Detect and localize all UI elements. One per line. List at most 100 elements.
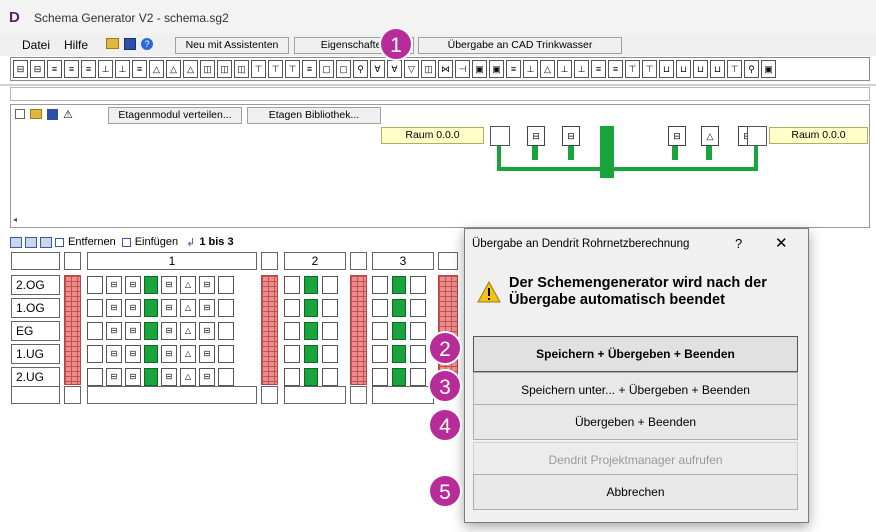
sink-icon[interactable]: ⊟: [161, 368, 177, 386]
fixture-tool-icon[interactable]: ▢: [336, 60, 351, 78]
empty-slot[interactable]: [410, 322, 426, 340]
fixture-tool-icon[interactable]: ⊤: [251, 60, 266, 78]
washbasin-icon[interactable]: ⊟: [106, 368, 122, 386]
washbasin-icon[interactable]: ⊟: [106, 322, 122, 340]
empty-slot[interactable]: [747, 126, 767, 146]
empty-slot[interactable]: [322, 276, 338, 294]
fixture-tool-icon[interactable]: ▣: [489, 60, 504, 78]
new-with-assistant-button[interactable]: Neu mit Assistenten: [175, 37, 289, 54]
open-folder-icon[interactable]: [106, 38, 119, 49]
urinal-icon[interactable]: △: [180, 322, 196, 340]
fixture-tool-icon[interactable]: ≡: [132, 60, 147, 78]
riser-tile[interactable]: [144, 345, 158, 363]
fixture-tool-icon[interactable]: ⊤: [625, 60, 640, 78]
fixture-tool-icon[interactable]: ⊥: [115, 60, 130, 78]
empty-slot[interactable]: [218, 345, 234, 363]
fixture-tool-icon[interactable]: ⊤: [285, 60, 300, 78]
sink-icon[interactable]: ⊟: [562, 126, 580, 146]
save-as-transfer-exit-button[interactable]: Speichern unter... + Übergeben + Beenden: [473, 372, 798, 408]
riser-tile[interactable]: [144, 322, 158, 340]
fixture-tool-icon[interactable]: ⊥: [574, 60, 589, 78]
urinal-icon[interactable]: △: [701, 126, 719, 146]
distribute-module-button[interactable]: Etagenmodul verteilen...: [108, 107, 242, 124]
cancel-button[interactable]: Abbrechen: [473, 474, 798, 510]
fixture-tool-icon[interactable]: ≡: [591, 60, 606, 78]
floor-label-1og[interactable]: 1.OG: [11, 298, 60, 318]
fixture-tool-icon[interactable]: ≡: [47, 60, 62, 78]
fixture-tool-icon[interactable]: ⊣: [455, 60, 470, 78]
empty-slot[interactable]: [410, 345, 426, 363]
fixture-tool-icon[interactable]: ⋈: [438, 60, 453, 78]
fixture-tool-icon[interactable]: ⊟: [13, 60, 28, 78]
fixture-tool-icon[interactable]: △: [149, 60, 164, 78]
empty-slot[interactable]: [284, 299, 300, 317]
fixture-tool-icon[interactable]: ⊔: [676, 60, 691, 78]
insert-column-icon[interactable]: [10, 236, 22, 248]
empty-slot[interactable]: [87, 299, 103, 317]
mirror-icon[interactable]: ⚠: [63, 108, 73, 121]
empty-slot[interactable]: [218, 299, 234, 317]
washbasin-icon[interactable]: ⊟: [106, 299, 122, 317]
fixture-tool-icon[interactable]: ∀: [387, 60, 402, 78]
fixture-tool-icon[interactable]: ▣: [761, 60, 776, 78]
column-header-2[interactable]: 2: [284, 252, 346, 270]
empty-slot[interactable]: [410, 299, 426, 317]
new-file-icon[interactable]: [15, 109, 25, 119]
riser-tile[interactable]: [304, 276, 318, 294]
riser-tile[interactable]: [392, 276, 406, 294]
empty-slot[interactable]: [87, 276, 103, 294]
empty-slot[interactable]: [372, 322, 388, 340]
riser-tile[interactable]: [392, 322, 406, 340]
riser-tile[interactable]: [392, 345, 406, 363]
fixture-tool-icon[interactable]: ⊥: [557, 60, 572, 78]
fixture-tool-icon[interactable]: ⊤: [727, 60, 742, 78]
close-icon[interactable]: ✕: [775, 234, 788, 252]
add-column-icon[interactable]: [40, 236, 52, 248]
floor-label-1ug[interactable]: 1.UG: [11, 344, 60, 364]
empty-slot[interactable]: [87, 368, 103, 386]
empty-slot[interactable]: [284, 276, 300, 294]
empty-slot[interactable]: [322, 322, 338, 340]
fixture-tool-icon[interactable]: ⊥: [98, 60, 113, 78]
fixture-tool-icon[interactable]: ≡: [64, 60, 79, 78]
fixture-tool-icon[interactable]: ≡: [302, 60, 317, 78]
riser-tile[interactable]: [304, 368, 318, 386]
save-icon[interactable]: [124, 38, 136, 50]
riser-tile[interactable]: [304, 299, 318, 317]
empty-slot[interactable]: [372, 299, 388, 317]
column-header-3[interactable]: 3: [372, 252, 434, 270]
sink-icon[interactable]: ⊟: [125, 345, 141, 363]
fixture-tool-icon[interactable]: ◫: [200, 60, 215, 78]
fixture-tool-icon[interactable]: ⚲: [353, 60, 368, 78]
sink-icon[interactable]: ⊟: [161, 299, 177, 317]
washbasin-icon[interactable]: ⊟: [199, 368, 215, 386]
washbasin-icon[interactable]: ⊟: [106, 276, 122, 294]
urinal-icon[interactable]: △: [180, 299, 196, 317]
empty-slot[interactable]: [372, 345, 388, 363]
column-header-1[interactable]: 1: [87, 252, 257, 270]
save-transfer-exit-button[interactable]: Speichern + Übergeben + Beenden: [473, 336, 798, 372]
fixture-tool-icon[interactable]: ⚲: [744, 60, 759, 78]
sink-icon[interactable]: ⊟: [161, 276, 177, 294]
fixture-tool-icon[interactable]: ⊥: [523, 60, 538, 78]
empty-slot[interactable]: [410, 276, 426, 294]
washbasin-icon[interactable]: ⊟: [106, 345, 122, 363]
fixture-tool-icon[interactable]: ≡: [608, 60, 623, 78]
empty-slot[interactable]: [490, 126, 510, 146]
fixture-tool-icon[interactable]: ◫: [421, 60, 436, 78]
floor-label-2og[interactable]: 2.OG: [11, 275, 60, 295]
fixture-tool-icon[interactable]: ⊤: [268, 60, 283, 78]
empty-slot[interactable]: [284, 345, 300, 363]
empty-slot[interactable]: [322, 299, 338, 317]
empty-slot[interactable]: [372, 276, 388, 294]
fixture-tool-icon[interactable]: ⊔: [710, 60, 725, 78]
riser-tile[interactable]: [144, 276, 158, 294]
fixture-tool-icon[interactable]: ≡: [506, 60, 521, 78]
fixture-tool-icon[interactable]: ⊟: [30, 60, 45, 78]
empty-slot[interactable]: [218, 322, 234, 340]
menu-datei[interactable]: Datei: [22, 38, 50, 52]
move-column-icon[interactable]: [25, 236, 37, 248]
fixture-tool-icon[interactable]: ◫: [217, 60, 232, 78]
fixture-tool-icon[interactable]: △: [540, 60, 555, 78]
riser-tile[interactable]: [144, 368, 158, 386]
